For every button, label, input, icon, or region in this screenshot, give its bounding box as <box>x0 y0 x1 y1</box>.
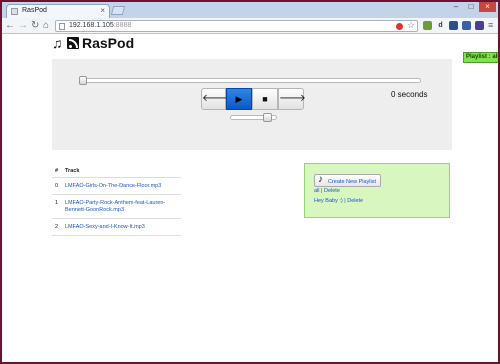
url-text: 192.168.1.105:8888 <box>69 22 132 29</box>
extension-purple-icon[interactable] <box>475 21 484 30</box>
track-number: 1 <box>55 200 59 206</box>
music-note-icon: ♫ <box>52 35 63 51</box>
maximize-button[interactable]: □ <box>464 2 478 12</box>
reload-icon[interactable]: ↻ <box>31 19 39 32</box>
column-track-header: Track <box>65 168 80 174</box>
bookmark-star-icon[interactable]: ☆ <box>407 20 415 31</box>
extension-blue-icon[interactable] <box>449 21 458 30</box>
table-row[interactable]: 0 LMFAO-Girls-On-The-Dance-Floor.mp3 <box>52 178 181 195</box>
window-close-button[interactable]: × <box>479 2 496 12</box>
elapsed-seconds: 0 seconds <box>391 90 428 99</box>
create-playlist-label: Create New Playlist <box>328 179 376 185</box>
stop-icon: ■ <box>262 94 268 104</box>
player-panel: 🡐 ▶ ■ 🡒 0 seconds <box>52 59 452 150</box>
menu-icon[interactable]: ≡ <box>488 19 493 32</box>
previous-button[interactable]: 🡐 <box>201 88 229 110</box>
next-button[interactable]: 🡒 <box>278 88 306 110</box>
tab-title: RasPod <box>22 7 47 14</box>
extension-d-icon[interactable]: d <box>436 21 445 30</box>
player-controls: 🡐 ▶ ■ 🡒 <box>201 88 306 110</box>
tab-close-icon[interactable]: × <box>100 5 105 17</box>
arrow-right-icon: 🡒 <box>279 93 306 104</box>
address-bar[interactable]: 192.168.1.105:8888 ☆ <box>55 20 418 32</box>
play-button[interactable]: ▶ <box>226 88 252 110</box>
stop-button[interactable]: ■ <box>252 88 278 110</box>
table-row[interactable]: 1 LMFAO-Party-Rock-Anthem-feat-Lauren-Be… <box>52 195 181 219</box>
blocked-icon[interactable] <box>396 23 403 30</box>
home-icon[interactable]: ⌂ <box>43 19 49 32</box>
playlist-panel: ♪ Create New Playlist all | Delete Hey B… <box>304 163 450 218</box>
volume-handle[interactable] <box>263 113 273 122</box>
volume-slider[interactable] <box>230 113 277 122</box>
page-icon <box>59 23 65 30</box>
track-link[interactable]: LMFAO-Party-Rock-Anthem-feat-Lauren-Benn… <box>65 200 179 214</box>
music-note-icon: ♪ <box>318 174 323 185</box>
track-table-header: # Track <box>52 165 181 178</box>
seek-handle[interactable] <box>79 76 87 85</box>
rss-feed-icon <box>67 37 79 49</box>
forward-icon[interactable]: → <box>18 19 28 32</box>
current-playlist-badge: Playlist : all <box>463 52 498 63</box>
tab-raspod[interactable]: RasPod × <box>6 4 110 18</box>
tab-strip: RasPod × – □ × <box>2 2 498 18</box>
play-icon: ▶ <box>235 94 243 104</box>
extension-leaf-icon[interactable] <box>423 21 432 30</box>
track-table: # Track 0 LMFAO-Girls-On-The-Dance-Floor… <box>52 165 181 236</box>
arrow-left-icon: 🡐 <box>202 93 229 104</box>
page-favicon-icon <box>11 8 18 15</box>
page-title: RasPod <box>82 35 135 51</box>
browser-toolbar: ← → ↻ ⌂ 192.168.1.105:8888 ☆ d ≡ <box>2 18 498 34</box>
page-content: ♫ RasPod Playlist : all 🡐 ▶ ■ 🡒 0 second… <box>2 34 498 362</box>
track-number: 2 <box>55 224 59 230</box>
table-row[interactable]: 2 LMFAO-Sexy-and-I-Know-It.mp3 <box>52 219 181 236</box>
create-playlist-button[interactable]: ♪ Create New Playlist <box>314 174 381 187</box>
seek-slider[interactable] <box>79 76 421 85</box>
back-icon[interactable]: ← <box>5 19 15 32</box>
track-number: 0 <box>55 183 59 189</box>
extension-screen-icon[interactable] <box>462 21 471 30</box>
track-link[interactable]: LMFAO-Sexy-and-I-Know-It.mp3 <box>65 224 179 231</box>
track-link[interactable]: LMFAO-Girls-On-The-Dance-Floor.mp3 <box>65 183 179 190</box>
playlist-item-all[interactable]: all | Delete <box>314 188 340 195</box>
new-tab-button[interactable] <box>110 6 126 15</box>
browser-window: RasPod × – □ × ← → ↻ ⌂ 192.168.1.105:888… <box>2 2 498 362</box>
playlist-item-hey-baby[interactable]: Hey Baby :) | Delete <box>314 198 363 205</box>
column-number-header: # <box>55 168 59 174</box>
minimize-button[interactable]: – <box>449 2 463 12</box>
